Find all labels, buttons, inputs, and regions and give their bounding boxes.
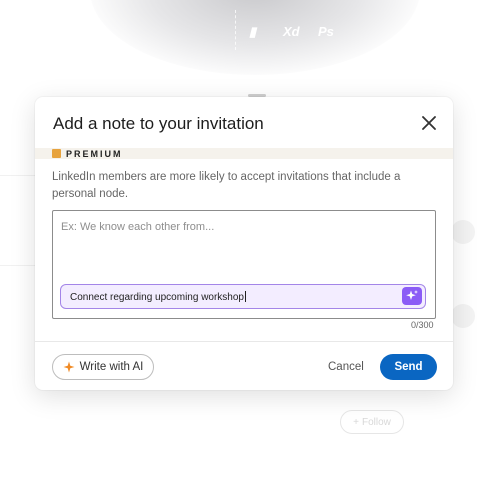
send-button[interactable]: Send: [380, 354, 437, 380]
invitation-note-dialog: Add a note to your invitation PREMIUM Li…: [35, 97, 453, 390]
background-follow-button: + Follow: [340, 410, 404, 434]
background-line: [0, 175, 40, 176]
text-caret: [245, 291, 246, 302]
close-button[interactable]: [418, 112, 440, 134]
note-textarea[interactable]: Ex: We know each other from... Connect r…: [52, 210, 436, 319]
background-follow-label: Follow: [361, 416, 391, 428]
ai-prompt-text: Connect regarding upcoming workshop: [70, 291, 246, 303]
background-avatar: [451, 304, 475, 328]
premium-banner: PREMIUM: [35, 148, 453, 159]
background-avatar: [451, 220, 475, 244]
close-icon: [422, 116, 436, 130]
write-with-ai-label: Write with AI: [79, 361, 144, 373]
sparkle-icon: [63, 361, 75, 373]
char-counter: 0/300: [411, 320, 434, 330]
ai-prompt-input[interactable]: Connect regarding upcoming workshop: [60, 284, 426, 309]
background-xd-icon: Xd: [283, 24, 300, 39]
ai-generate-button[interactable]: [402, 287, 422, 305]
plus-icon: +: [353, 416, 359, 428]
info-text: LinkedIn members are more likely to acce…: [52, 171, 401, 200]
cancel-button[interactable]: Cancel: [328, 361, 364, 373]
footer-divider: [35, 341, 453, 342]
sparkle-icon: [406, 290, 418, 300]
premium-label: PREMIUM: [66, 148, 123, 159]
write-with-ai-button[interactable]: Write with AI: [52, 354, 154, 380]
background-separator: [235, 10, 237, 50]
background-line: [0, 265, 35, 266]
background-ps-icon: Ps: [318, 24, 334, 39]
dialog-title: Add a note to your invitation: [53, 114, 264, 133]
background-app-icon: ▮: [249, 24, 257, 39]
note-placeholder: Ex: We know each other from...: [61, 221, 215, 233]
premium-icon: [52, 149, 61, 158]
